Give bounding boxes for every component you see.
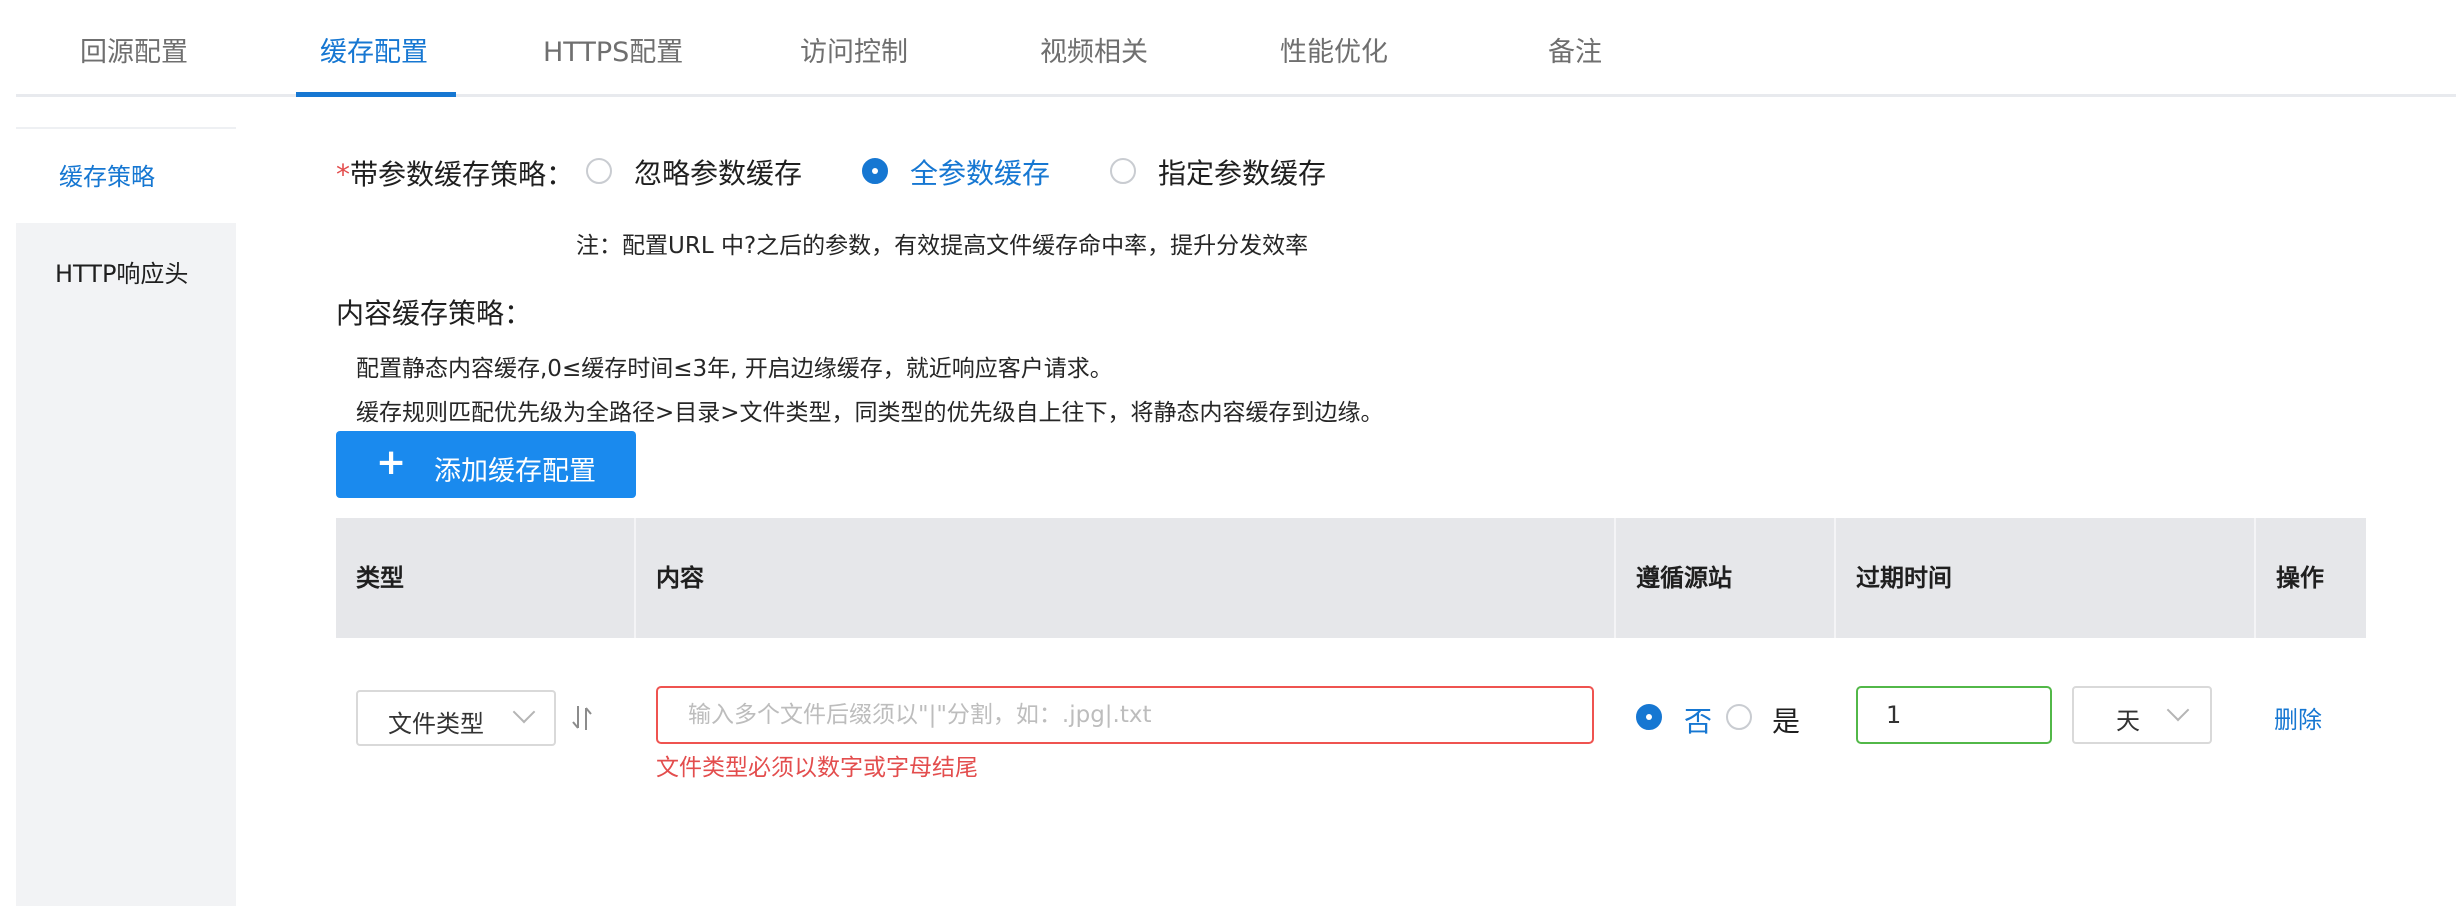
expire-unit-value: 天 — [2116, 707, 2140, 735]
plus-icon: + — [376, 442, 407, 483]
column-header-content: 内容 — [656, 564, 704, 592]
tab-https-config[interactable]: HTTPS配置 — [543, 30, 683, 69]
radio-specified-params[interactable] — [1110, 158, 1136, 184]
tab-origin-config[interactable]: 回源配置 — [80, 30, 188, 69]
type-select-value: 文件类型 — [388, 710, 484, 738]
add-cache-config-label: 添加缓存配置 — [434, 456, 596, 487]
column-header-action: 操作 — [2276, 564, 2324, 592]
param-cache-label-text: 带参数缓存策略： — [350, 158, 575, 191]
expire-unit-select[interactable]: 天 — [2072, 686, 2212, 744]
required-mark: * — [336, 158, 350, 191]
radio-ignore-params-label[interactable]: 忽略参数缓存 — [634, 152, 802, 192]
expire-time-input[interactable] — [1856, 686, 2052, 744]
param-cache-note: 注：配置URL 中?之后的参数，有效提高文件缓存命中率，提升分发效率 — [576, 233, 1309, 259]
content-cache-desc-1: 配置静态内容缓存,0≤缓存时间≤3年, 开启边缘缓存，就近响应客户请求。 — [356, 356, 1113, 382]
content-input[interactable] — [656, 686, 1594, 744]
radio-all-params-label[interactable]: 全参数缓存 — [910, 152, 1050, 192]
delete-link[interactable]: 删除 — [2274, 700, 2322, 735]
column-separator — [1834, 518, 1836, 638]
radio-follow-origin-no-label[interactable]: 否 — [1684, 700, 1712, 740]
sort-icon[interactable] — [570, 704, 594, 732]
radio-all-params[interactable] — [862, 158, 888, 184]
tab-remarks[interactable]: 备注 — [1548, 30, 1602, 69]
param-cache-label: *带参数缓存策略： — [336, 153, 574, 193]
column-header-expire-time: 过期时间 — [1856, 564, 1952, 592]
table-header: 类型 内容 遵循源站 过期时间 操作 — [336, 518, 2366, 638]
content-error-message: 文件类型必须以数字或字母结尾 — [656, 755, 978, 781]
add-cache-config-button[interactable]: + 添加缓存配置 — [336, 431, 636, 498]
type-select[interactable]: 文件类型 — [356, 690, 556, 746]
tab-video[interactable]: 视频相关 — [1040, 30, 1148, 69]
tab-access-control[interactable]: 访问控制 — [800, 30, 908, 69]
radio-follow-origin-yes[interactable] — [1726, 704, 1752, 730]
radio-specified-params-label[interactable]: 指定参数缓存 — [1158, 152, 1326, 192]
column-header-type: 类型 — [356, 564, 404, 592]
content-cache-desc-2: 缓存规则匹配优先级为全路径>目录>文件类型，同类型的优先级自上往下，将静态内容缓… — [356, 400, 1384, 426]
tab-cache-config[interactable]: 缓存配置 — [320, 30, 428, 69]
sidebar-item-http-headers[interactable]: HTTP响应头 — [16, 226, 236, 322]
content-cache-label: 内容缓存策略： — [336, 297, 533, 330]
radio-follow-origin-no[interactable] — [1636, 704, 1662, 730]
radio-follow-origin-yes-label[interactable]: 是 — [1772, 700, 1800, 740]
radio-ignore-params[interactable] — [586, 158, 612, 184]
active-tab-indicator — [296, 92, 456, 97]
column-separator — [634, 518, 636, 638]
tab-performance[interactable]: 性能优化 — [1280, 30, 1388, 69]
column-separator — [2254, 518, 2256, 638]
chevron-down-icon — [2166, 698, 2190, 722]
column-header-follow-origin: 遵循源站 — [1636, 564, 1732, 592]
column-separator — [1614, 518, 1616, 638]
sidebar-item-cache-strategy[interactable]: 缓存策略 — [16, 127, 236, 223]
chevron-down-icon — [512, 700, 536, 724]
